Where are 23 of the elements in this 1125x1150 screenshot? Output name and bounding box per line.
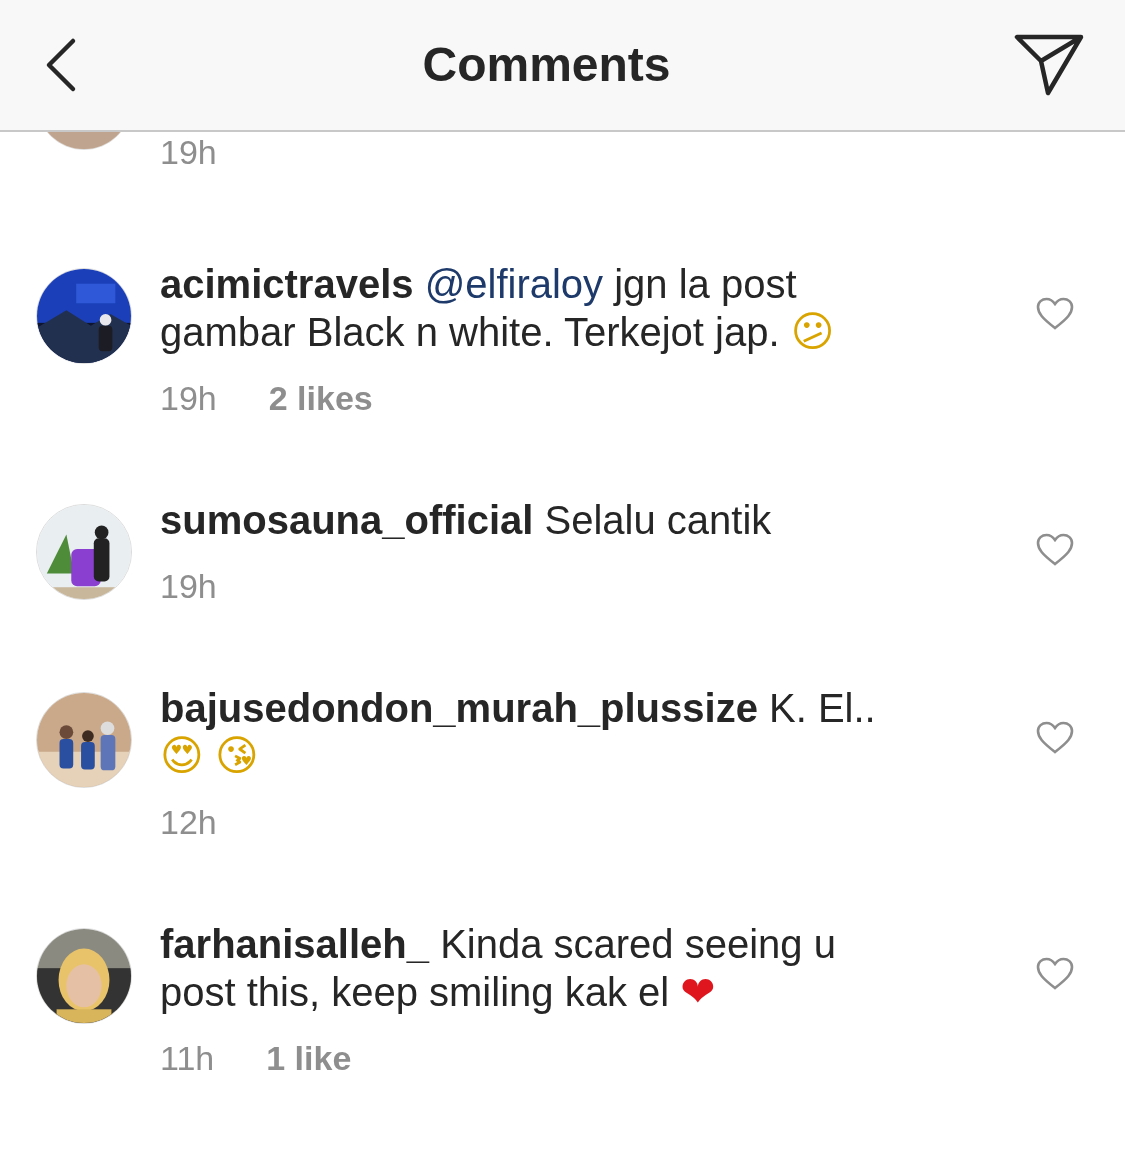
- comment-text: bajusedondon_murah_plussize K. El.. 😍 😘: [160, 685, 877, 780]
- send-icon: [1014, 34, 1084, 96]
- mention-link[interactable]: @elfiraloy: [424, 262, 604, 306]
- heart-icon: [1036, 721, 1074, 755]
- comment-time: 12h: [160, 802, 217, 842]
- comment-time: 19h: [160, 378, 217, 418]
- heart-icon: [1036, 957, 1074, 991]
- comment-time: 19h: [160, 132, 217, 172]
- likes-count[interactable]: 1 like: [266, 1038, 352, 1078]
- heart-icon: [1036, 533, 1074, 567]
- comment-text: farhanisalleh_ Kinda scared seeing u post this, keep smiling kak el ❤: [160, 921, 837, 1016]
- emoji: 😘: [214, 731, 259, 780]
- likes-count[interactable]: 2 likes: [268, 378, 373, 418]
- comment-time: 11h: [160, 1038, 215, 1078]
- comment-text: acimictravels @elfiraloy jgn la post gambar Black n white. Terkejot jap. 😕: [160, 261, 836, 356]
- share-button[interactable]: [1013, 33, 1085, 97]
- emoji: ❤: [680, 967, 716, 1016]
- emoji: 😍: [160, 731, 204, 780]
- page-title: Comments: [422, 37, 671, 93]
- comment-text: sumosauna_official Selalu cantik: [160, 497, 773, 544]
- emoji: 😕: [790, 307, 835, 356]
- heart-icon: [1036, 297, 1074, 331]
- comment-time: 19h: [160, 566, 217, 606]
